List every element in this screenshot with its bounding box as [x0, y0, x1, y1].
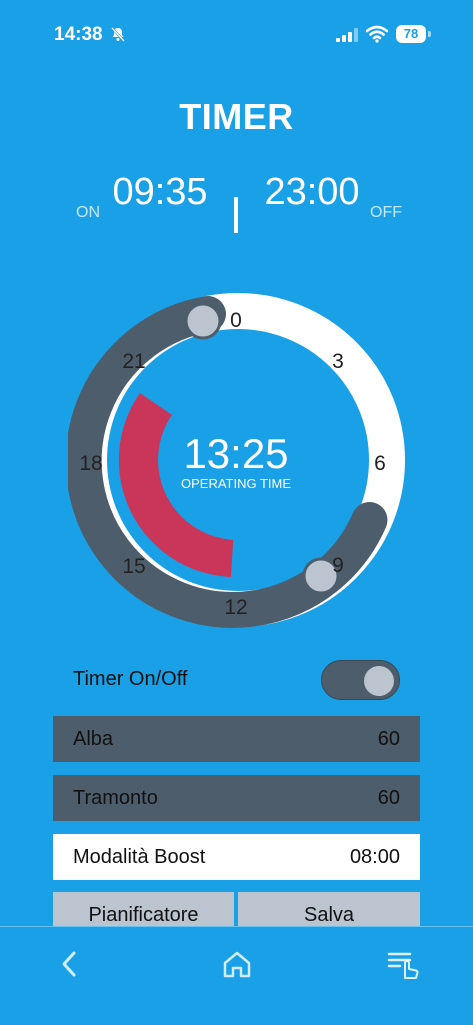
- toggle-knob: [364, 666, 394, 696]
- menu-touch-icon[interactable]: [386, 946, 422, 982]
- hour-mark-6: 6: [374, 452, 386, 475]
- timer-toggle-row: Timer On/Off: [53, 656, 420, 704]
- hour-mark-0: 0: [230, 309, 242, 332]
- tramonto-value: 60: [377, 787, 400, 809]
- battery-tip: [428, 31, 431, 37]
- status-time: 14:38: [54, 24, 103, 45]
- bell-off-icon: [111, 27, 125, 42]
- timer-toggle-switch[interactable]: [321, 660, 400, 700]
- alba-row[interactable]: Alba 60: [53, 716, 420, 762]
- on-time[interactable]: 09:35: [110, 168, 210, 216]
- home-icon[interactable]: [219, 946, 255, 982]
- operating-time-value: 13:25: [183, 430, 288, 477]
- boost-mode-row[interactable]: Modalità Boost 08:00: [53, 834, 420, 880]
- tramonto-row[interactable]: Tramonto 60: [53, 775, 420, 821]
- off-time[interactable]: 23:00: [262, 168, 362, 216]
- off-label: OFF: [370, 204, 402, 221]
- hour-mark-9: 9: [332, 554, 344, 577]
- timer-dial[interactable]: 0 3 6 9 12 15 18 21 13:25 OPERATING TIME: [68, 290, 408, 630]
- signal-icon: [336, 28, 358, 42]
- hour-mark-15: 15: [122, 555, 145, 578]
- on-time-handle[interactable]: [184, 302, 222, 340]
- hour-mark-21: 21: [122, 350, 145, 373]
- back-chevron-icon[interactable]: [52, 946, 88, 982]
- hour-mark-3: 3: [332, 350, 344, 373]
- hour-mark-18: 18: [79, 452, 102, 475]
- alba-value: 60: [377, 728, 400, 750]
- time-separator: [234, 197, 238, 233]
- timer-toggle-label: Timer On/Off: [73, 668, 188, 690]
- boost-mode-label: Modalità Boost: [73, 846, 206, 868]
- status-bar: 14:38 78: [0, 0, 473, 70]
- hour-mark-12: 12: [224, 596, 247, 619]
- page-title: TIMER: [179, 96, 294, 137]
- on-label: ON: [76, 204, 100, 221]
- battery-indicator: 78: [396, 25, 426, 43]
- operating-time-label: OPERATING TIME: [181, 476, 291, 491]
- boost-mode-value: 08:00: [349, 846, 400, 868]
- tramonto-label: Tramonto: [73, 787, 158, 809]
- alba-label: Alba: [73, 728, 114, 750]
- wifi-icon: [366, 25, 388, 43]
